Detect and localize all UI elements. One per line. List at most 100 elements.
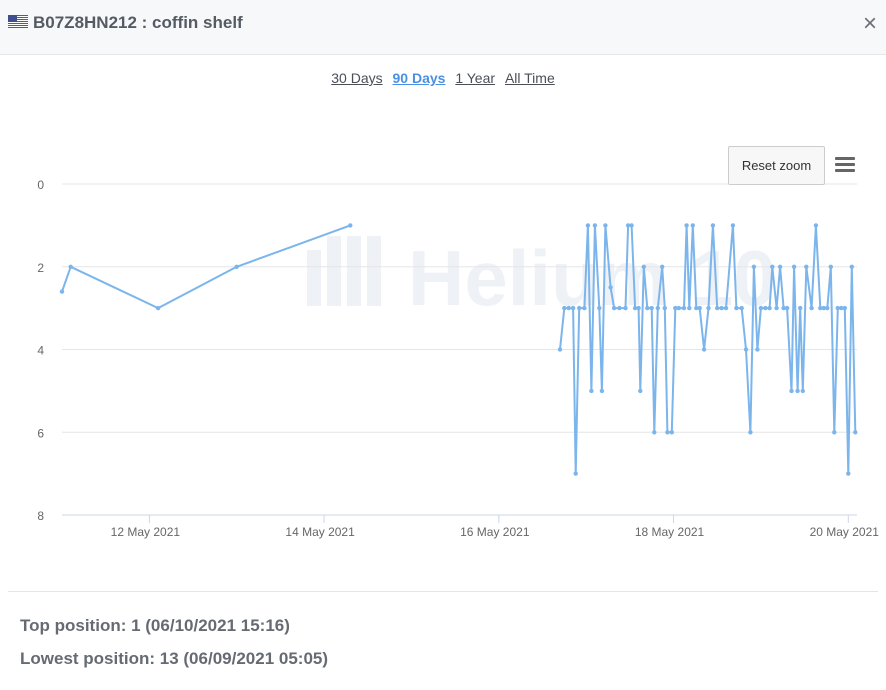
data-point (684, 223, 689, 228)
y-tick-label: 2 (37, 261, 44, 275)
data-point (662, 305, 667, 311)
data-point (636, 305, 641, 311)
data-point (608, 285, 613, 290)
data-point (804, 264, 809, 269)
data-point (734, 305, 739, 311)
range-90-days[interactable]: 90 Days (393, 70, 446, 86)
data-point (669, 430, 674, 435)
data-point (652, 430, 657, 435)
data-point (751, 264, 757, 269)
data-point (655, 305, 660, 311)
data-point (748, 430, 753, 435)
data-point (697, 305, 702, 311)
data-point (767, 305, 772, 311)
data-point (570, 305, 576, 311)
y-tick-label: 0 (37, 178, 44, 192)
x-tick-label: 14 May 2021 (285, 525, 355, 539)
modal-header: B07Z8HN212 : coffin shelf × (0, 0, 886, 55)
data-point (592, 223, 598, 228)
data-point (676, 305, 681, 311)
data-point (585, 223, 591, 228)
modal-title: B07Z8HN212 : coffin shelf (33, 13, 243, 32)
data-point (813, 223, 819, 228)
data-point (763, 305, 768, 311)
data-point (155, 305, 161, 311)
data-point (645, 305, 650, 311)
data-point (849, 264, 854, 269)
data-point (828, 264, 833, 269)
data-point (846, 471, 851, 476)
x-tick-label: 18 May 2021 (635, 525, 705, 539)
data-point (730, 223, 736, 228)
data-point (638, 388, 643, 394)
data-point (770, 264, 775, 269)
data-point (853, 430, 858, 435)
divider (8, 591, 878, 592)
data-point (715, 305, 720, 311)
data-point (706, 305, 711, 311)
data-point (791, 264, 797, 269)
us-flag-icon (8, 15, 28, 28)
data-point (611, 305, 617, 311)
watermark-logo-bar (327, 236, 341, 306)
data-point (774, 305, 779, 311)
watermark-logo-bar (307, 250, 321, 306)
data-point (758, 305, 764, 311)
data-point (234, 264, 239, 269)
range-30-days[interactable]: 30 Days (331, 70, 382, 86)
x-tick-label: 16 May 2021 (460, 525, 530, 539)
data-point (784, 305, 790, 311)
data-point (687, 305, 692, 311)
data-point (557, 347, 563, 352)
watermark-logo-bar (367, 236, 381, 306)
data-point (777, 264, 783, 269)
data-point (566, 305, 571, 311)
x-tick-label: 12 May 2021 (111, 525, 181, 539)
data-point (701, 347, 707, 352)
data-point (577, 305, 582, 311)
data-point (755, 347, 760, 352)
data-point (789, 388, 794, 394)
data-point (825, 305, 830, 311)
data-point (603, 223, 608, 228)
lowest-position-text: Lowest position: 13 (06/09/2021 05:05) (20, 649, 329, 668)
data-point (573, 471, 578, 476)
y-tick-label: 6 (37, 426, 44, 440)
data-point (665, 430, 670, 435)
data-point (719, 305, 724, 311)
data-point (599, 388, 605, 394)
data-point (582, 305, 587, 311)
data-point (629, 223, 634, 228)
data-point (798, 305, 803, 311)
data-point (832, 430, 837, 435)
data-point (681, 305, 687, 311)
data-point (641, 264, 646, 269)
reset-zoom-button[interactable]: Reset zoom (728, 146, 825, 185)
time-range-selector: 30 Days 90 Days 1 Year All Time (0, 70, 886, 86)
data-point (59, 289, 65, 294)
data-point (723, 305, 729, 311)
data-point (809, 305, 814, 311)
top-position-text: Top position: 1 (06/10/2021 15:16) (20, 616, 290, 635)
data-point (739, 305, 744, 311)
hamburger-menu-icon[interactable] (834, 154, 856, 176)
data-point (597, 305, 602, 311)
data-point (795, 388, 800, 394)
data-point (562, 305, 567, 311)
data-point (623, 305, 628, 311)
data-point (649, 305, 654, 311)
close-icon[interactable]: × (858, 10, 882, 38)
data-point (660, 264, 665, 269)
data-point (743, 347, 749, 352)
y-tick-label: 8 (37, 509, 44, 523)
data-point (348, 223, 353, 228)
data-point (800, 388, 805, 394)
y-tick-label: 4 (37, 344, 44, 358)
data-point (589, 388, 594, 394)
watermark-logo-bar (347, 236, 361, 306)
range-1-year[interactable]: 1 Year (455, 70, 495, 86)
data-point (710, 223, 716, 228)
range-all-time[interactable]: All Time (505, 70, 555, 86)
data-point (68, 264, 73, 269)
data-point (842, 305, 847, 311)
